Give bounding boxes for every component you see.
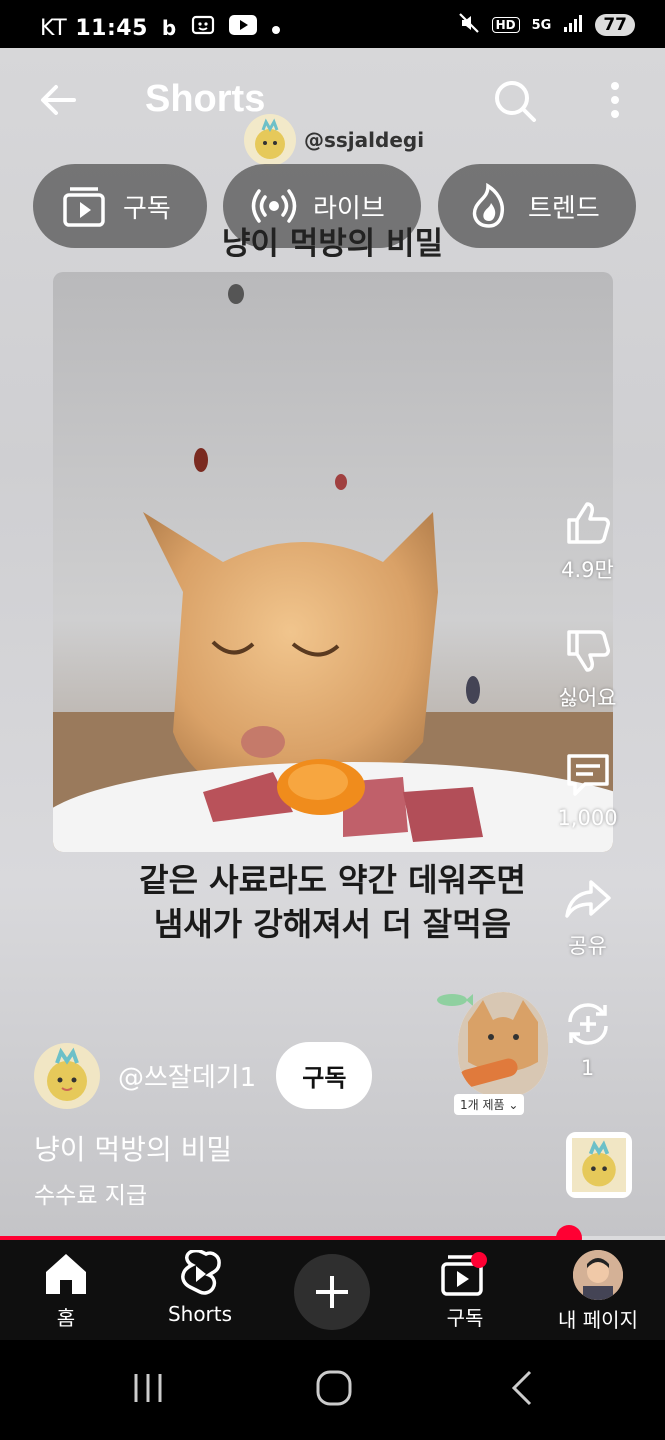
commission-label: 수수료 지급 <box>34 1183 148 1209</box>
back-arrow-icon <box>41 85 76 115</box>
b-icon: b <box>161 16 177 40</box>
mute-icon <box>458 12 480 38</box>
create-button[interactable] <box>294 1254 370 1330</box>
comments-button[interactable]: 1,000 <box>530 750 645 830</box>
comment-icon <box>566 754 609 796</box>
share-label: 공유 <box>568 934 607 958</box>
product-count-tag[interactable]: 1개 제품 ⌄ <box>454 1094 525 1115</box>
youtube-icon <box>228 15 257 41</box>
subscriptions-nav-icon <box>441 1252 487 1296</box>
shorts-player[interactable]: Shorts @ssjaldegi 구독 라이브 트렌드 냥이 먹방의 비밀 같… <box>0 48 665 1240</box>
watermark-handle: @ssjaldegi <box>304 128 425 152</box>
search-icon <box>495 81 536 122</box>
more-vert-icon <box>611 82 619 118</box>
like-button[interactable]: 4.9만 <box>530 498 645 584</box>
network-type: 5G <box>531 17 552 33</box>
search-button[interactable] <box>492 78 538 124</box>
bottom-nav: 홈 Shorts 구독 내 페이지 <box>0 1240 665 1340</box>
comment-count: 1,000 <box>557 806 618 830</box>
product-sticker[interactable]: 1개 제품 ⌄ <box>430 988 560 1118</box>
notification-dot <box>471 1252 487 1268</box>
plus-icon <box>316 1276 348 1308</box>
sound-thumbnail[interactable] <box>566 1132 632 1198</box>
clock: 11:45 <box>75 15 148 41</box>
recent-apps-icon <box>134 1374 162 1402</box>
recent-apps-button[interactable] <box>130 1368 166 1412</box>
nav-shorts-label: Shorts <box>167 1302 233 1326</box>
subscribe-button[interactable]: 구독 <box>276 1042 373 1109</box>
battery-indicator: 77 <box>595 14 635 36</box>
status-left: KT 11:45 b <box>40 14 281 42</box>
hd-icon: HD <box>491 17 520 33</box>
system-home-button[interactable] <box>314 1368 354 1412</box>
progress-scrubber[interactable] <box>555 1225 582 1240</box>
sound-avatar-icon <box>572 1138 626 1192</box>
nav-home-label: 홈 <box>56 1306 76 1330</box>
thumb-down-icon <box>566 630 610 672</box>
system-back-icon <box>511 1370 532 1406</box>
back-button[interactable] <box>36 78 80 122</box>
nav-subscriptions[interactable]: 구독 <box>405 1250 525 1331</box>
dislike-label: 싫어요 <box>558 686 617 710</box>
thumb-up-icon <box>566 502 610 544</box>
video-watermark: @ssjaldegi <box>244 114 424 166</box>
channel-row: @쓰잘데기1 구독 <box>34 1042 373 1109</box>
fish-toy-icon <box>437 994 473 1006</box>
system-home-icon <box>316 1370 352 1406</box>
home-icon <box>46 1254 86 1294</box>
share-button[interactable]: 공유 <box>530 874 645 960</box>
status-bar: KT 11:45 b HD 5G 77 <box>0 0 665 48</box>
system-back-button[interactable] <box>504 1368 540 1412</box>
channel-avatar[interactable] <box>34 1042 100 1109</box>
dot-icon <box>271 16 281 41</box>
status-right: HD 5G 77 <box>458 12 635 38</box>
carrier-label: KT <box>40 15 68 41</box>
shorts-icon <box>181 1250 221 1295</box>
more-options-button[interactable] <box>604 80 626 120</box>
share-icon <box>564 880 611 918</box>
video-title[interactable]: 냥이 먹방의 비밀 <box>34 1128 232 1168</box>
video-frame[interactable] <box>53 272 613 852</box>
system-nav-bar <box>0 1340 665 1440</box>
signal-icon <box>563 14 583 36</box>
channel-name[interactable]: @쓰잘데기1 <box>118 1057 256 1094</box>
nav-subscriptions-label: 구독 <box>446 1306 484 1330</box>
dislike-button[interactable]: 싫어요 <box>530 626 645 712</box>
nav-shorts[interactable]: Shorts <box>140 1250 260 1326</box>
video-overlay-title: 냥이 먹방의 비밀 <box>221 226 444 262</box>
product-thumbnail[interactable] <box>458 992 548 1096</box>
cat-video-image <box>53 272 613 852</box>
remix-icon <box>567 1003 608 1045</box>
profile-avatar <box>573 1250 623 1300</box>
nav-my-page-label: 내 페이지 <box>558 1308 638 1332</box>
nav-home[interactable]: 홈 <box>6 1250 126 1331</box>
watermark-avatar <box>244 114 296 166</box>
like-count: 4.9만 <box>561 558 614 582</box>
nav-my-page[interactable]: 내 페이지 <box>538 1250 658 1333</box>
screen-record-icon <box>191 14 215 42</box>
